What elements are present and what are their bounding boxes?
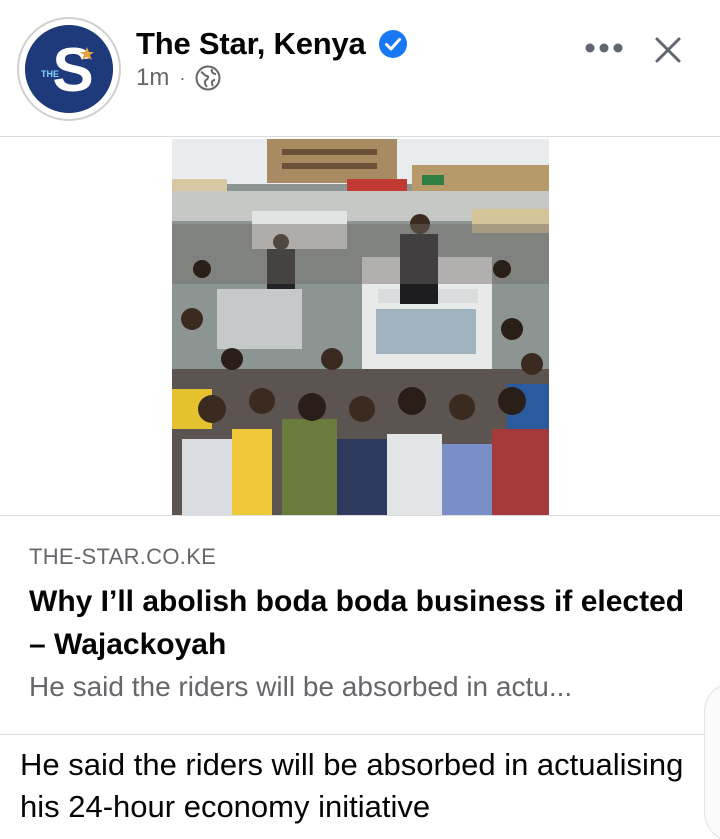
page-name-row: The Star, Kenya xyxy=(136,24,408,64)
link-headline[interactable]: Why I’ll abolish boda boda business if e… xyxy=(29,580,689,666)
close-icon[interactable] xyxy=(648,30,688,70)
page-name[interactable]: The Star, Kenya xyxy=(136,26,366,62)
verified-badge-icon xyxy=(378,29,408,59)
avatar-tag: THE xyxy=(41,69,59,79)
link-preview-text[interactable]: THE-STAR.CO.KE Why I’ll abolish boda bod… xyxy=(0,516,720,734)
page-avatar[interactable]: S THE xyxy=(17,17,121,121)
post-meta: 1m · xyxy=(136,63,221,93)
link-preview-card[interactable]: THE-STAR.CO.KE Why I’ll abolish boda bod… xyxy=(0,137,720,735)
more-options-icon[interactable] xyxy=(582,30,626,66)
star-logo: S THE xyxy=(25,25,113,113)
globe-icon[interactable] xyxy=(195,65,221,91)
post-caption: He said the riders will be absorbed in a… xyxy=(20,747,684,824)
link-description: He said the riders will be absorbed in a… xyxy=(29,671,573,702)
card-bottom-divider xyxy=(0,734,720,735)
star-logo-graphic: S THE xyxy=(25,25,113,113)
post-header: S THE The Star, Kenya 1m · xyxy=(0,0,720,137)
article-photo[interactable] xyxy=(172,139,549,515)
link-domain: THE-STAR.CO.KE xyxy=(29,544,217,569)
meta-separator: · xyxy=(179,67,186,88)
post-time[interactable]: 1m xyxy=(136,64,169,92)
